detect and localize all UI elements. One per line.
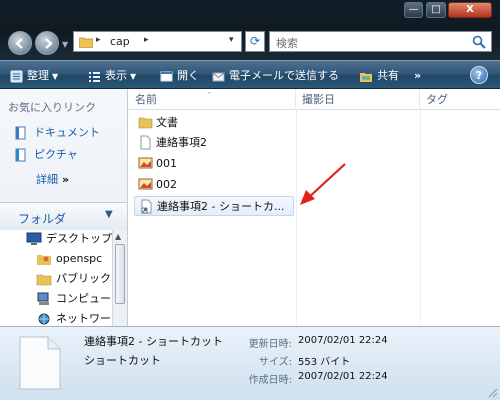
share-icon [360,72,372,82]
navigation-pane: お気に入りリンク ドキュメント ピクチャ 詳細 » フォルダ ▼ デスクトップ o… [0,89,128,326]
file-row-selected[interactable]: 連絡事項2 - ショートカ... [134,196,294,216]
file-name: 文書 [156,116,178,129]
address-bar[interactable]: ▸ cap ▸ ▾ [73,31,242,52]
folders-header[interactable]: フォルダ ▼ [0,202,127,230]
minimize-button[interactable]: — [404,2,423,18]
breadcrumb-separator[interactable]: ▸ [144,35,149,45]
tree-item-label: コンピュー [56,292,111,305]
image-icon [138,157,153,169]
help-button[interactable]: ? [470,66,488,84]
file-row[interactable]: 連絡事項2 [134,133,434,153]
views-label: 表示 [105,69,127,82]
email-icon [212,72,225,81]
favorite-documents[interactable]: ドキュメント [14,125,124,141]
address-dropdown-icon[interactable]: ▾ [229,35,234,45]
folder-icon [138,117,153,129]
chevron-down-icon[interactable]: ▼ [105,209,113,220]
pictures-icon [15,148,26,162]
created-value[interactable]: 2007/02/01 22:24 [298,371,388,382]
resize-grip-icon[interactable] [486,386,498,398]
details-pane: 連絡事項2 - ショートカット ショートカット 更新日時: 2007/02/01… [0,326,500,400]
scroll-up-icon[interactable]: ▲ [115,232,121,241]
chevron-double-icon: » [62,173,70,186]
user-folder-icon [37,255,51,265]
command-bar: 整理 ▼ 表示 ▼ 開く 電子メールで送信する 共有 » ? [0,60,500,89]
folder-tree: デスクトップ openspc パブリック コンピュー ネットワー [0,230,112,326]
column-header-date-taken[interactable]: 撮影日 [296,89,420,110]
chevron-down-icon: ▼ [130,72,137,81]
file-row[interactable]: 文書 [134,113,434,133]
favorite-documents-label: ドキュメント [34,126,100,139]
back-arrow-icon [15,38,23,49]
scrollbar-thumb[interactable] [115,244,125,304]
organize-icon [10,70,23,82]
modified-label: 更新日時: [248,339,292,350]
email-label: 電子メールで送信する [229,69,339,82]
back-button[interactable] [8,31,32,55]
organize-label: 整理 [27,69,49,82]
modified-value[interactable]: 2007/02/01 22:24 [298,335,388,346]
folder-icon [79,37,93,48]
share-label: 共有 [377,69,399,82]
email-button[interactable]: 電子メールで送信する [212,67,339,84]
chevron-down-icon: ▼ [52,72,59,81]
network-icon [38,313,50,325]
details-file-name: 連絡事項2 - ショートカット [84,335,223,348]
organize-button[interactable]: 整理 ▼ [10,67,58,84]
computer-icon [37,292,49,305]
size-value: 553 バイト [298,357,351,368]
file-row[interactable]: 001 [134,154,434,174]
document-icon [140,135,151,150]
file-list: ⌃ 名前 撮影日 タグ 文書 連絡事項2 001 002 連絡事項2 - ショー… [129,89,500,326]
size-label: サイズ: [258,357,292,368]
tree-item-label: パブリック [56,272,111,285]
column-header-tags[interactable]: タグ [420,89,500,110]
column-header-row: ⌃ 名前 撮影日 タグ [129,89,500,110]
tree-item-label: openspc [56,252,103,265]
annotation-arrow-icon [300,163,346,205]
share-button[interactable]: 共有 [359,67,399,84]
created-label: 作成日時: [248,375,292,386]
details-file-type: ショートカット [84,354,161,367]
documents-icon [15,126,26,140]
file-name: 001 [156,157,177,170]
forward-button[interactable] [35,31,59,55]
image-icon [138,178,153,190]
more-links[interactable]: 詳細 » [36,171,69,187]
window-chrome: — □ X ▼ ▸ cap ▸ ▾ ⟳ 検索 [0,0,500,60]
maximize-button[interactable]: □ [426,2,446,18]
favorite-pictures-label: ピクチャ [34,148,78,161]
more-commands-button[interactable]: » [414,67,421,84]
favorite-links-heading: お気に入りリンク [8,101,96,114]
desktop-icon [26,232,42,245]
more-links-label: 詳細 [36,173,58,186]
search-input[interactable]: 検索 [269,31,492,52]
tree-item-label: デスクトップ [46,232,112,245]
forward-arrow-icon [45,38,53,49]
tree-item-label: ネットワー [56,312,111,325]
shortcut-icon [141,199,152,214]
favorite-pictures[interactable]: ピクチャ [14,147,124,163]
open-icon [160,71,173,81]
file-name: 連絡事項2 [156,136,207,149]
file-row[interactable]: 002 [134,175,434,195]
column-header-name[interactable]: 名前 [129,89,296,110]
breadcrumb-cap[interactable]: cap [110,35,130,48]
open-button[interactable]: 開く [160,67,199,84]
views-icon [89,71,100,82]
tree-scrollbar[interactable]: ▲ [112,230,126,326]
recent-pages-dropdown[interactable]: ▼ [62,40,70,49]
search-icon[interactable] [472,35,486,49]
folder-icon [36,274,52,286]
search-placeholder: 検索 [276,37,298,50]
file-name: 002 [156,178,177,191]
views-button[interactable]: 表示 ▼ [88,67,136,84]
refresh-button[interactable]: ⟳ [245,31,265,52]
folders-title: フォルダ [18,212,67,226]
file-name: 連絡事項2 - ショートカ... [157,200,285,213]
close-button[interactable]: X [448,2,492,18]
breadcrumb-separator[interactable]: ▸ [96,35,101,45]
open-label: 開く [177,69,199,82]
shortcut-file-icon [19,336,61,390]
